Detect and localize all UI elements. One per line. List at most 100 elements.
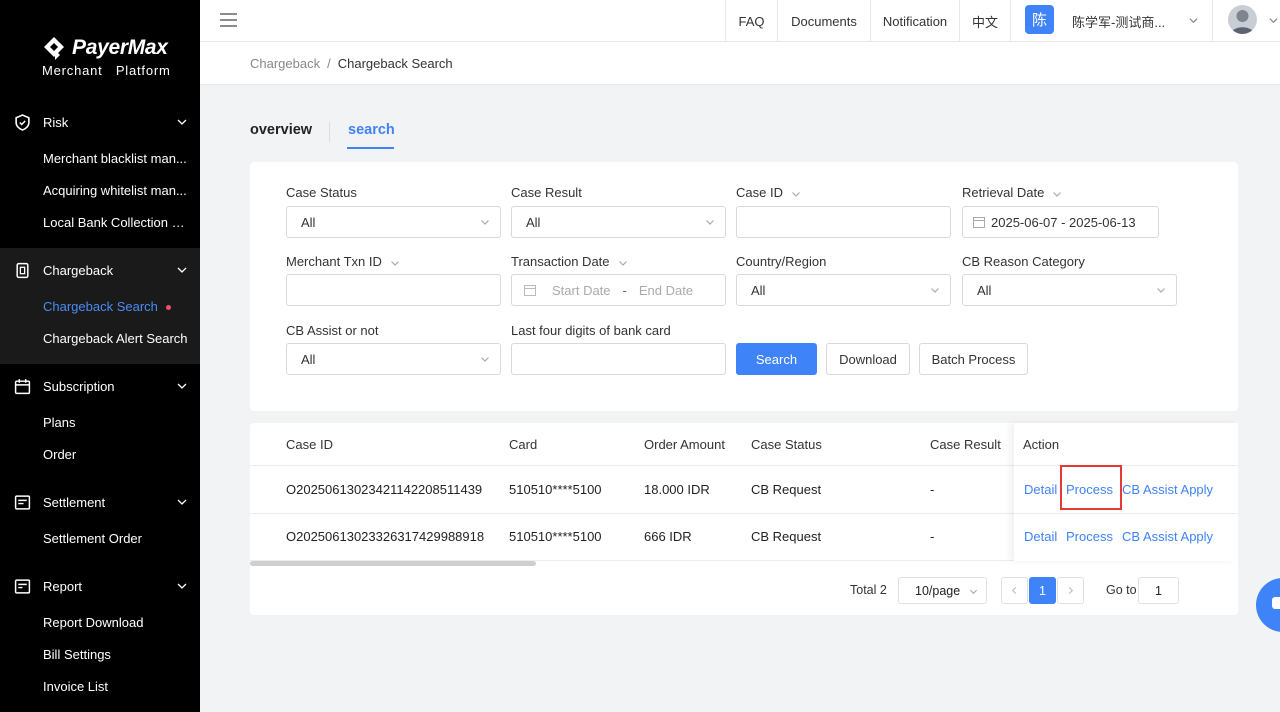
breadcrumb-current: Chargeback Search — [337, 56, 453, 71]
retrieval-date-range[interactable]: 2025-06-07 - 2025-06-13 — [962, 206, 1159, 238]
report-icon — [14, 579, 31, 594]
nav-notification[interactable]: Notification — [870, 0, 959, 42]
chevron-down-icon — [931, 288, 939, 293]
sidebar: PayerMax Merchant Platform Risk PayerMax… — [0, 0, 200, 712]
chevron-down-icon — [177, 267, 187, 273]
download-button[interactable]: Download — [826, 343, 910, 375]
case-status-label: Case Status — [286, 185, 357, 200]
tab-search[interactable]: search — [348, 122, 395, 138]
cb-assist-select[interactable]: All — [286, 343, 501, 375]
breadcrumb: Chargeback / Chargeback Search — [250, 56, 453, 71]
col-action: Action — [1023, 437, 1060, 452]
country-region-label: Country/Region — [736, 254, 827, 269]
prev-page-button[interactable] — [1001, 577, 1028, 604]
chevron-down-icon — [1157, 288, 1165, 293]
sidebar-item-chargeback-alert-search[interactable]: Chargeback Alert Search — [43, 331, 188, 346]
user-avatar[interactable] — [1228, 5, 1257, 34]
sidebar-item-chargeback-search[interactable]: Chargeback Search — [43, 299, 171, 314]
merchant-avatar-badge[interactable]: 陈 — [1025, 5, 1054, 34]
sidebar-item-order[interactable]: Order — [43, 447, 76, 462]
col-card: Card — [509, 437, 538, 452]
sidebar-item-bill-settings[interactable]: Bill Settings — [43, 647, 111, 662]
payermax-logo[interactable]: PayerMax Merchant Platform — [42, 36, 182, 78]
retrieval-date-label-text: Retrieval Date — [962, 185, 1045, 200]
table-horizontal-scrollbar[interactable] — [250, 561, 536, 566]
chat-help-button[interactable] — [1256, 578, 1280, 632]
detail-link[interactable]: Detail — [1024, 482, 1057, 497]
case-result-label: Case Result — [511, 185, 582, 200]
chevron-down-icon — [481, 220, 489, 225]
chevron-down-icon — [792, 191, 800, 197]
chevron-down-icon[interactable] — [1268, 15, 1279, 26]
sidebar-group-settlement[interactable]: Settlement — [0, 482, 200, 522]
brand-subtitle: Merchant Platform — [42, 63, 171, 78]
sidebar-group-chargeback-label: Chargeback — [43, 262, 114, 278]
detail-link[interactable]: Detail — [1024, 529, 1057, 544]
sidebar-item-acquiring-whitelist[interactable]: Acquiring whitelist man... — [43, 183, 187, 198]
menu-toggle-icon[interactable] — [220, 13, 237, 27]
chevron-down-icon — [618, 260, 627, 266]
breadcrumb-separator: / — [327, 56, 331, 71]
user-avatar-icon — [1231, 10, 1254, 34]
cell-card: 510510****5100 — [509, 529, 602, 544]
cell-order-amount: 18.000 IDR — [644, 482, 710, 497]
cb-reason-category-label: CB Reason Category — [962, 254, 1085, 269]
case-result-value: All — [526, 214, 541, 230]
chevron-down-icon[interactable] — [1188, 15, 1199, 26]
chevron-down-icon — [177, 499, 187, 505]
transaction-date-label[interactable]: Transaction Date — [511, 254, 628, 269]
nav-documents[interactable]: Documents — [777, 0, 870, 42]
country-region-value: All — [751, 282, 766, 298]
nav-faq[interactable]: FAQ — [725, 0, 777, 42]
sidebar-group-chargeback[interactable]: Chargeback — [0, 250, 200, 290]
sidebar-item-plans[interactable]: Plans — [43, 415, 76, 430]
cb-reason-category-select[interactable]: All — [962, 274, 1177, 306]
country-region-select[interactable]: All — [736, 274, 951, 306]
merchant-txn-id-label[interactable]: Merchant Txn ID — [286, 254, 400, 269]
next-page-button[interactable] — [1057, 577, 1084, 604]
chat-icon — [1272, 597, 1280, 609]
tab-overview[interactable]: overview — [250, 122, 312, 138]
batch-process-button[interactable]: Batch Process — [919, 343, 1028, 375]
last-four-digits-label: Last four digits of bank card — [511, 323, 671, 338]
transaction-date-range[interactable]: Start Date - End Date — [511, 274, 726, 306]
end-date-placeholder[interactable]: End Date — [639, 283, 693, 298]
case-result-select[interactable]: All — [511, 206, 726, 238]
calendar-icon — [14, 379, 31, 395]
case-id-input[interactable] — [736, 206, 951, 238]
process-link[interactable]: Process — [1066, 529, 1113, 544]
col-case-id: Case ID — [286, 437, 333, 452]
retrieval-date-value: 2025-06-07 - 2025-06-13 — [991, 214, 1136, 230]
col-order-amount: Order Amount — [644, 437, 725, 452]
search-button[interactable]: Search — [736, 343, 817, 375]
page-button-current[interactable]: 1 — [1029, 577, 1056, 604]
cb-assist-apply-link[interactable]: CB Assist Apply — [1122, 529, 1213, 544]
breadcrumb-bar: Chargeback / Chargeback Search — [200, 42, 1280, 85]
sidebar-item-chargeback-search-label: Chargeback Search — [43, 299, 158, 314]
nav-language[interactable]: 中文 — [959, 0, 1010, 42]
cb-reason-category-value: All — [977, 282, 992, 298]
breadcrumb-parent[interactable]: Chargeback — [250, 56, 320, 71]
sidebar-item-invoice-list[interactable]: Invoice List — [43, 679, 108, 694]
page-size-select[interactable]: 10/page — [898, 577, 987, 604]
sidebar-group-report[interactable]: Report — [0, 566, 200, 606]
sidebar-group-subscription-label: Subscription — [43, 378, 115, 394]
sidebar-item-local-bank-collection[interactable]: Local Bank Collection List — [43, 215, 189, 230]
case-status-select[interactable]: All — [286, 206, 501, 238]
chevron-down-icon — [706, 220, 714, 225]
sidebar-item-settlement-order[interactable]: Settlement Order — [43, 531, 142, 546]
goto-page-input[interactable]: 1 — [1138, 577, 1179, 604]
sidebar-item-merchant-blacklist[interactable]: Merchant blacklist man... — [43, 151, 187, 166]
merchant-txn-id-input[interactable] — [286, 274, 501, 306]
retrieval-date-label[interactable]: Retrieval Date — [962, 185, 1062, 200]
last-four-digits-input[interactable] — [511, 343, 726, 375]
sidebar-item-report-download[interactable]: Report Download — [43, 615, 143, 630]
active-dot — [165, 305, 171, 311]
start-date-placeholder[interactable]: Start Date — [552, 283, 611, 298]
nav-divider — [1010, 0, 1011, 42]
cb-assist-apply-link[interactable]: CB Assist Apply — [1122, 482, 1213, 497]
chevron-left-icon — [1011, 586, 1017, 595]
sidebar-group-subscription[interactable]: Subscription — [0, 366, 200, 406]
merchant-name[interactable]: 陈学军-测试商... — [1072, 12, 1165, 31]
case-id-label[interactable]: Case ID — [736, 185, 801, 200]
